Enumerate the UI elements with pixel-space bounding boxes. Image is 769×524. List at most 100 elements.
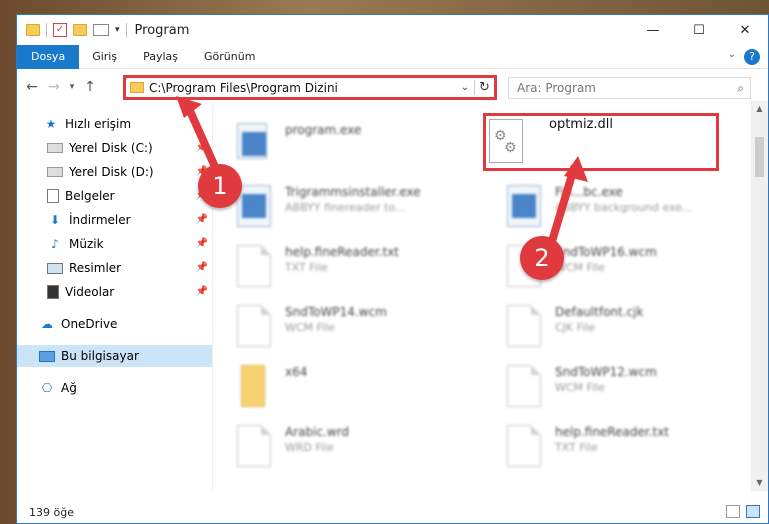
file-type: WCM File <box>555 381 605 394</box>
toolbar-divider <box>46 23 47 37</box>
tab-view[interactable]: Görünüm <box>191 45 268 69</box>
file-name: Trigrammsinstaller.exe <box>285 185 421 199</box>
list-item[interactable]: SndToWP12.wcm WCM File <box>483 357 723 413</box>
list-item[interactable]: Fin...bc.exe ABBYY background exe... <box>483 177 723 233</box>
music-icon: ♪ <box>51 237 59 251</box>
file-type: TXT File <box>285 261 328 274</box>
up-arrow-icon[interactable]: ↑ <box>79 79 101 95</box>
window-controls: — ☐ ✕ <box>630 15 768 45</box>
explorer-window: ✓ ▾ Program — ☐ ✕ Dosya Giriş Paylaş Gör… <box>16 14 769 524</box>
sidebar-item-videos[interactable]: Videolar 📌 <box>17 281 212 303</box>
computer-icon <box>39 350 55 362</box>
cloud-icon: ☁ <box>41 317 53 331</box>
sidebar-item-network[interactable]: ⎔ Ağ <box>17 377 212 399</box>
dll-file-icon[interactable]: ⚙ ⚙ <box>489 119 523 163</box>
toolbar-divider <box>125 23 127 37</box>
sidebar-item-local-disk-c[interactable]: Yerel Disk (C:) 📌 <box>17 137 212 159</box>
exe-file-icon <box>507 185 541 227</box>
list-item[interactable]: SndToWP16.wcm WCM File <box>483 237 723 293</box>
new-folder-icon[interactable] <box>73 24 87 36</box>
documents-icon <box>47 189 59 203</box>
help-icon[interactable]: ? <box>744 49 760 65</box>
pin-icon[interactable]: 📌 <box>196 286 208 297</box>
pictures-icon <box>47 262 63 274</box>
folder-icon[interactable] <box>26 24 40 36</box>
forward-arrow-icon[interactable]: → <box>43 79 65 95</box>
search-input[interactable]: Ara: Program ⌕ <box>508 77 751 99</box>
details-view-icon[interactable] <box>726 505 740 518</box>
scroll-down-arrow-icon[interactable]: ▼ <box>751 475 768 491</box>
sidebar-item-music[interactable]: ♪ Müzik 📌 <box>17 233 212 255</box>
highlighted-file-name[interactable]: optmiz.dll <box>549 117 613 132</box>
navigation-bar: ← → ▾ ↑ C:\Program Files\Program Dizini … <box>17 73 768 101</box>
customize-toolbar-chevron-icon[interactable]: ▾ <box>115 25 120 35</box>
videos-icon <box>47 285 59 299</box>
close-button[interactable]: ✕ <box>722 15 768 45</box>
list-item[interactable]: program.exe <box>213 115 453 171</box>
sidebar-item-this-pc[interactable]: Bu bilgisayar <box>17 345 212 367</box>
folder-icon <box>130 82 144 93</box>
list-item[interactable]: Arabic.wrd WRD File <box>213 417 453 473</box>
folder-icon <box>241 365 265 407</box>
sidebar-item-onedrive[interactable]: ☁ OneDrive <box>17 313 212 335</box>
address-bar[interactable]: C:\Program Files\Program Dizini ⌄ ↻ <box>123 75 497 100</box>
file-name: SndToWP12.wcm <box>555 365 657 379</box>
back-arrow-icon[interactable]: ← <box>21 79 43 95</box>
title-bar: ✓ ▾ Program — ☐ ✕ <box>17 15 768 45</box>
exe-file-icon <box>237 123 267 159</box>
pin-icon[interactable]: 📌 <box>196 142 208 153</box>
exe-file-icon <box>237 185 271 227</box>
pin-icon[interactable]: 📌 <box>196 214 208 225</box>
view-switcher <box>726 505 760 518</box>
sidebar-item-label: OneDrive <box>61 317 118 331</box>
list-item[interactable]: x64 <box>213 357 453 413</box>
file-list: program.exe Trigrammsinstaller.exe ABBYY… <box>213 101 747 491</box>
file-name: SndToWP14.wcm <box>285 305 387 319</box>
file-type: ABBYY finereader to... <box>285 201 406 214</box>
file-type: CJK File <box>555 321 596 334</box>
tab-home[interactable]: Giriş <box>79 45 130 69</box>
file-name: SndToWP16.wcm <box>555 245 657 259</box>
list-item[interactable]: help.fineReader.txt TXT File <box>213 237 453 293</box>
refresh-icon[interactable]: ↻ <box>474 80 494 95</box>
maximize-button[interactable]: ☐ <box>676 15 722 45</box>
cjk-file-icon <box>507 305 541 347</box>
network-icon: ⎔ <box>41 381 53 395</box>
list-item[interactable]: SndToWP14.wcm WCM File <box>213 297 453 353</box>
address-path[interactable]: C:\Program Files\Program Dizini <box>149 81 456 95</box>
sidebar-item-downloads[interactable]: ⬇ İndirmeler 📌 <box>17 209 212 231</box>
status-bar: 139 öğe <box>17 501 768 523</box>
sidebar-item-quick-access[interactable]: ★ Hızlı erişim <box>17 113 212 135</box>
tab-file[interactable]: Dosya <box>17 44 80 69</box>
item-count: 139 öğe <box>29 505 74 519</box>
navigation-pane: ★ Hızlı erişim Yerel Disk (C:) 📌 Yerel D… <box>17 111 212 491</box>
sidebar-item-label: Ağ <box>61 381 77 395</box>
tab-share[interactable]: Paylaş <box>130 45 191 69</box>
list-item[interactable]: Defaultfont.cjk CJK File <box>483 297 723 353</box>
scrollbar-thumb[interactable] <box>755 137 764 177</box>
expand-ribbon-chevron-icon[interactable]: ⌄ <box>728 49 736 60</box>
pin-icon[interactable]: 📌 <box>196 262 208 273</box>
sidebar-item-documents[interactable]: Belgeler 📌 <box>17 185 212 207</box>
address-history-chevron-icon[interactable]: ⌄ <box>456 82 474 93</box>
sidebar-item-label: Yerel Disk (D:) <box>69 165 154 179</box>
file-type: ABBYY background exe... <box>555 201 693 214</box>
pin-icon[interactable]: 📌 <box>196 238 208 249</box>
minimize-button[interactable]: — <box>630 15 676 45</box>
sidebar-item-label: Videolar <box>65 285 115 299</box>
list-item[interactable]: Trigrammsinstaller.exe ABBYY finereader … <box>213 177 453 233</box>
file-name: x64 <box>285 365 308 379</box>
large-icons-view-icon[interactable] <box>746 505 760 518</box>
file-type: WRD File <box>285 441 334 454</box>
properties-check-icon[interactable]: ✓ <box>53 23 67 37</box>
list-item[interactable]: help.fineReader.txt TXT File <box>483 417 723 473</box>
scroll-up-arrow-icon[interactable]: ▲ <box>751 101 768 117</box>
wcm-file-icon <box>237 305 271 347</box>
sidebar-item-pictures[interactable]: Resimler 📌 <box>17 257 212 279</box>
properties-icon[interactable] <box>93 24 109 36</box>
sidebar-item-local-disk-d[interactable]: Yerel Disk (D:) 📌 <box>17 161 212 183</box>
recent-locations-chevron-icon[interactable]: ▾ <box>65 82 79 92</box>
vertical-scrollbar[interactable]: ▲ ▼ <box>751 101 768 491</box>
window-title: Program <box>134 22 190 38</box>
search-icon[interactable]: ⌕ <box>737 81 744 96</box>
